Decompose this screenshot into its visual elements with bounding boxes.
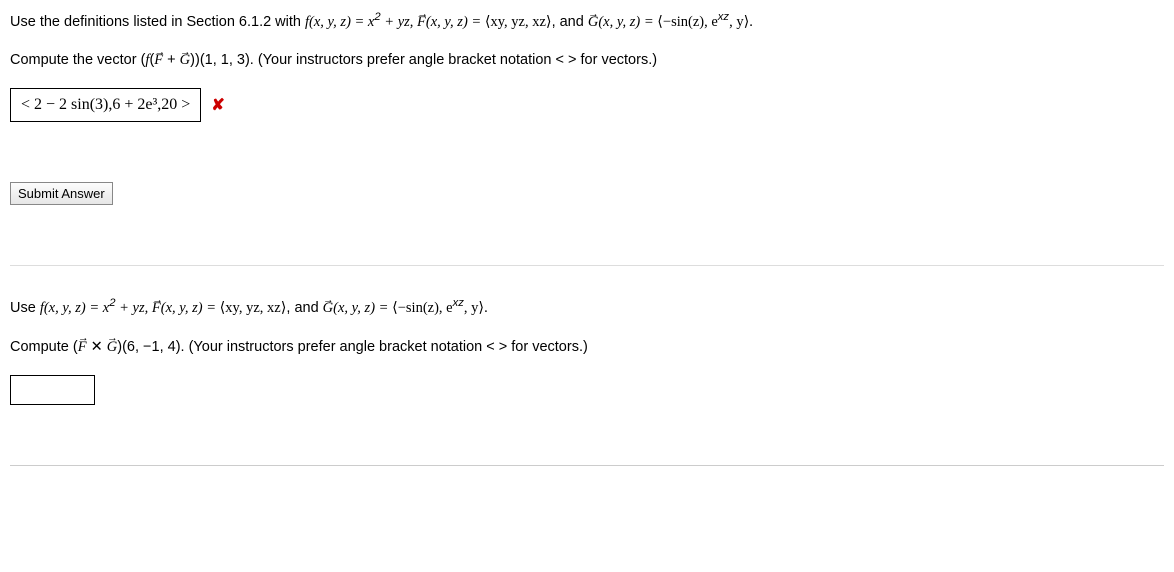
q2-F-vector-symbol: F: [152, 300, 161, 316]
q2-compute-b: )(6, −1, 4). (Your instructors prefer an…: [117, 339, 588, 355]
q1-defs-prefix: Use the definitions listed in Section 6.…: [10, 14, 305, 30]
q1-f-expr: f(x, y, z) = x: [305, 14, 374, 30]
submit-answer-button[interactable]: Submit Answer: [10, 182, 113, 205]
q1-compute-F-sym: F: [154, 52, 163, 68]
section-separator: [10, 265, 1164, 266]
q1-f-tail: + yz,: [381, 14, 417, 30]
q1-answer-row: < 2 − 2 sin(3),6 + 2e³,20 > ✘: [10, 88, 1164, 122]
bottom-separator: [10, 465, 1164, 466]
q2-compute-F-sym: F: [78, 339, 87, 355]
submit-wrap: Submit Answer: [10, 182, 1164, 205]
q2-f-expr: f(x, y, z) = x: [40, 300, 109, 316]
q2-f-tail: + yz,: [116, 300, 152, 316]
q1-F-vec: ⟨xy, yz, xz⟩: [485, 14, 552, 30]
q2-G-close: , y⟩.: [464, 300, 488, 316]
q1-compute-a: Compute the vector (: [10, 52, 145, 68]
q2-G-vector-symbol: G: [323, 300, 333, 316]
q2-compute-a: Compute (: [10, 339, 78, 355]
q2-answer-input[interactable]: [10, 375, 95, 405]
q2-answer-row: [10, 375, 1164, 405]
q1-compute-G-sym: G: [180, 52, 190, 68]
question-2-block: Use f(x, y, z) = x2 + yz, F(x, y, z) = ⟨…: [10, 296, 1164, 404]
q2-prefix: Use: [10, 300, 40, 316]
q1-answer-input[interactable]: < 2 − 2 sin(3),6 + 2e³,20 >: [10, 88, 201, 122]
q2-compute-times: ✕: [87, 339, 107, 355]
q2-G-args: (x, y, z) =: [333, 300, 392, 316]
q2-G-exp: xz: [453, 297, 464, 309]
q1-compute-plus: +: [163, 52, 180, 68]
q1-F-args: (x, y, z) =: [426, 14, 485, 30]
q2-mid: , and: [286, 300, 322, 316]
q2-definitions-line: Use f(x, y, z) = x2 + yz, F(x, y, z) = ⟨…: [10, 296, 1164, 318]
q1-G-args: (x, y, z) =: [598, 14, 657, 30]
question-1-block: Use the definitions listed in Section 6.…: [10, 10, 1164, 122]
q1-compute-line: Compute the vector (f(F + G))(1, 1, 3). …: [10, 50, 1164, 70]
q1-compute-d: ))(1, 1, 3). (Your instructors prefer an…: [190, 52, 657, 68]
q2-compute-G-sym: G: [107, 339, 117, 355]
incorrect-icon: ✘: [211, 95, 224, 115]
q1-G-open: ⟨−sin(z), e: [657, 14, 718, 30]
q2-F-vec: ⟨xy, yz, xz⟩: [220, 300, 287, 316]
q1-F-vector-symbol: F: [417, 14, 426, 30]
q1-definitions-line: Use the definitions listed in Section 6.…: [10, 10, 1164, 32]
q1-mid: , and: [552, 14, 588, 30]
q2-compute-line: Compute (F ✕ G)(6, −1, 4). (Your instruc…: [10, 337, 1164, 357]
q2-F-args: (x, y, z) =: [161, 300, 220, 316]
q1-G-close: , y⟩.: [729, 14, 753, 30]
q1-G-vector-symbol: G: [588, 14, 598, 30]
q2-G-open: ⟨−sin(z), e: [392, 300, 453, 316]
q1-G-exp: xz: [718, 11, 729, 23]
